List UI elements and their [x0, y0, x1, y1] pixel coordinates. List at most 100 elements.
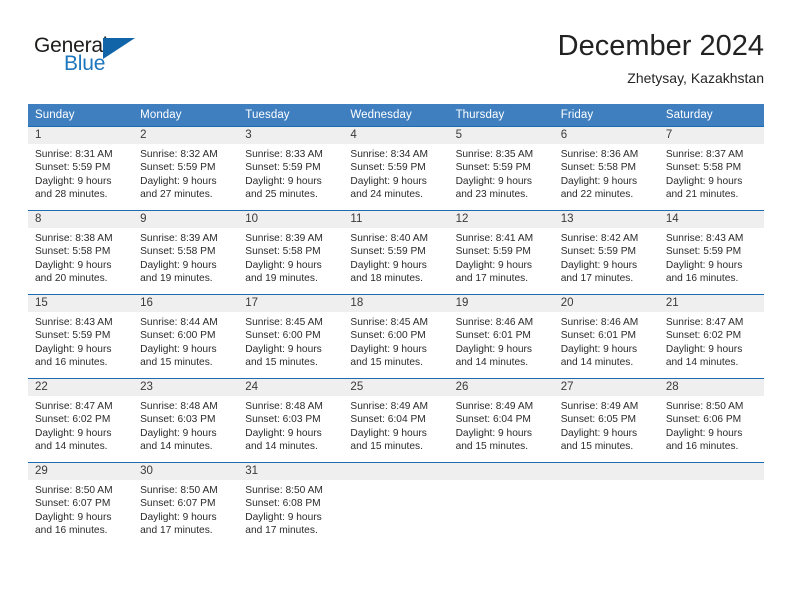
sunset-text: Sunset: 5:59 PM	[350, 246, 426, 258]
daylight-text-line1: Daylight: 9 hours	[665, 343, 743, 355]
calendar-day-cell[interactable]: 18 Sunrise: 8:45 AM Sunset: 6:00 PM Dayligh…	[343, 294, 449, 379]
sunset-text: Sunset: 6:00 PM	[245, 330, 321, 342]
daylight-text-line1: Daylight: 9 hours	[140, 427, 217, 439]
calendar-day-cell[interactable]: 10 Sunrise: 8:39 AM Sunset: 5:58 PM Dayligh…	[238, 210, 344, 295]
day-number: 21	[658, 295, 764, 312]
calendar-day-cell[interactable]: 26 Sunrise: 8:49 AM Sunset: 6:04 PM Dayligh…	[448, 378, 554, 463]
daylight-text-line2: and 14 minutes.	[455, 357, 529, 369]
daylight-text-line2: and 15 minutes.	[245, 357, 318, 369]
sunset-text: Sunset: 5:58 PM	[140, 246, 216, 258]
calendar-day-cell[interactable]: 20 Sunrise: 8:46 AM Sunset: 6:01 PM Dayligh…	[553, 294, 659, 379]
day-details: Sunrise: 8:50 AM Sunset: 6:08 PM Daylight:…	[238, 480, 343, 538]
calendar-day-cell[interactable]: 30 Sunrise: 8:50 AM Sunset: 6:07 PM Dayligh…	[133, 462, 239, 546]
calendar-day-cell[interactable]: 6 Sunrise: 8:36 AM Sunset: 5:58 PM Daylight…	[553, 126, 659, 211]
calendar-day-cell[interactable]: 7 Sunrise: 8:37 AM Sunset: 5:58 PM Daylight…	[658, 126, 764, 211]
day-number: 19	[448, 295, 554, 312]
calendar-day-cell[interactable]: 14 Sunrise: 8:43 AM Sunset: 5:59 PM Dayligh…	[658, 210, 764, 295]
sunrise-text: Sunrise: 8:47 AM	[665, 317, 744, 328]
weekday-header-wednesday: Wednesday	[343, 104, 449, 127]
sunset-text: Sunset: 6:00 PM	[140, 330, 216, 342]
calendar-day-cell[interactable]: 16 Sunrise: 8:44 AM Sunset: 6:00 PM Dayligh…	[133, 294, 239, 379]
day-details: Sunrise: 8:45 AM Sunset: 6:00 PM Daylight:…	[343, 312, 448, 370]
general-blue-logo[interactable]: General Blue	[28, 34, 228, 90]
day-details: Sunrise: 8:50 AM Sunset: 6:07 PM Daylight:…	[133, 480, 238, 538]
calendar-week-row: 15 Sunrise: 8:43 AM Sunset: 5:59 PM Dayligh…	[28, 294, 764, 379]
calendar-day-cell[interactable]: 5 Sunrise: 8:35 AM Sunset: 5:59 PM Daylight…	[448, 126, 554, 211]
sunrise-text: Sunrise: 8:47 AM	[35, 401, 113, 412]
daylight-text-line2: and 16 minutes.	[35, 357, 108, 369]
calendar-day-cell[interactable]: 8 Sunrise: 8:38 AM Sunset: 5:58 PM Daylight…	[28, 210, 134, 295]
calendar-day-cell[interactable]: 17 Sunrise: 8:45 AM Sunset: 6:00 PM Dayligh…	[238, 294, 344, 379]
calendar-day-cell[interactable]: 15 Sunrise: 8:43 AM Sunset: 5:59 PM Dayligh…	[28, 294, 134, 379]
calendar-page: General Blue December 2024 Zhetysay, Kaz…	[0, 0, 792, 612]
sunset-text: Sunset: 5:58 PM	[35, 246, 111, 258]
sunset-text: Sunset: 5:58 PM	[560, 162, 637, 174]
calendar-day-cell[interactable]: 29 Sunrise: 8:50 AM Sunset: 6:07 PM Dayligh…	[28, 462, 134, 546]
day-details: Sunrise: 8:38 AM Sunset: 5:58 PM Daylight:…	[28, 228, 133, 286]
sunset-text: Sunset: 6:05 PM	[560, 414, 637, 426]
daylight-text-line1: Daylight: 9 hours	[245, 175, 322, 187]
day-number: 4	[343, 127, 449, 144]
sunrise-text: Sunrise: 8:45 AM	[350, 317, 429, 328]
sunrise-text: Sunrise: 8:45 AM	[245, 317, 323, 328]
daylight-text-line1: Daylight: 9 hours	[35, 259, 112, 271]
daylight-text-line2: and 17 minutes.	[245, 525, 318, 537]
daylight-text-line1: Daylight: 9 hours	[455, 343, 533, 355]
day-number: 27	[553, 379, 659, 396]
calendar-day-cell[interactable]: 3 Sunrise: 8:33 AM Sunset: 5:59 PM Daylight…	[238, 126, 344, 211]
daylight-text-line2: and 27 minutes.	[140, 189, 213, 201]
calendar-week-row: 22 Sunrise: 8:47 AM Sunset: 6:02 PM Dayligh…	[28, 378, 764, 463]
calendar-day-cell[interactable]: 13 Sunrise: 8:42 AM Sunset: 5:59 PM Dayligh…	[553, 210, 659, 295]
day-number: 26	[448, 379, 554, 396]
day-details: Sunrise: 8:33 AM Sunset: 5:59 PM Daylight:…	[238, 144, 343, 202]
day-number: 18	[343, 295, 449, 312]
calendar-day-cell[interactable]: 23 Sunrise: 8:48 AM Sunset: 6:03 PM Dayligh…	[133, 378, 239, 463]
day-details: Sunrise: 8:44 AM Sunset: 6:00 PM Daylight:…	[133, 312, 238, 370]
daylight-text-line1: Daylight: 9 hours	[245, 259, 322, 271]
calendar-day-cell[interactable]: 28 Sunrise: 8:50 AM Sunset: 6:06 PM Dayligh…	[658, 378, 764, 463]
calendar-body: 1 Sunrise: 8:31 AM Sunset: 5:59 PM Daylight…	[28, 126, 764, 546]
day-details: Sunrise: 8:46 AM Sunset: 6:01 PM Daylight:…	[449, 312, 554, 370]
calendar-day-cell[interactable]: 19 Sunrise: 8:46 AM Sunset: 6:01 PM Dayligh…	[448, 294, 554, 379]
daylight-text-line1: Daylight: 9 hours	[350, 259, 427, 271]
daylight-text-line1: Daylight: 9 hours	[35, 511, 112, 523]
calendar-day-cell-empty	[343, 462, 449, 546]
sunrise-text: Sunrise: 8:44 AM	[140, 317, 218, 328]
calendar-day-cell[interactable]: 1 Sunrise: 8:31 AM Sunset: 5:59 PM Daylight…	[28, 126, 134, 211]
calendar-day-cell[interactable]: 22 Sunrise: 8:47 AM Sunset: 6:02 PM Dayligh…	[28, 378, 134, 463]
calendar-day-cell[interactable]: 25 Sunrise: 8:49 AM Sunset: 6:04 PM Dayligh…	[343, 378, 449, 463]
daylight-text-line1: Daylight: 9 hours	[245, 511, 322, 523]
calendar-day-cell[interactable]: 24 Sunrise: 8:48 AM Sunset: 6:03 PM Dayligh…	[238, 378, 344, 463]
sunrise-text: Sunrise: 8:50 AM	[35, 485, 113, 496]
calendar-day-cell[interactable]: 31 Sunrise: 8:50 AM Sunset: 6:08 PM Dayligh…	[238, 462, 344, 546]
sunset-text: Sunset: 5:59 PM	[560, 246, 637, 258]
weekday-header-saturday: Saturday	[658, 104, 764, 127]
calendar-day-cell[interactable]: 4 Sunrise: 8:34 AM Sunset: 5:59 PM Daylight…	[343, 126, 449, 211]
day-number: 8	[28, 211, 134, 228]
calendar-day-cell[interactable]: 21 Sunrise: 8:47 AM Sunset: 6:02 PM Dayligh…	[658, 294, 764, 379]
sunrise-text: Sunrise: 8:50 AM	[245, 485, 323, 496]
calendar-day-cell[interactable]: 12 Sunrise: 8:41 AM Sunset: 5:59 PM Dayligh…	[448, 210, 554, 295]
day-number	[343, 463, 449, 480]
sunrise-text: Sunrise: 8:43 AM	[665, 233, 744, 244]
sunrise-text: Sunrise: 8:43 AM	[35, 317, 113, 328]
calendar-day-cell[interactable]: 9 Sunrise: 8:39 AM Sunset: 5:58 PM Daylight…	[133, 210, 239, 295]
daylight-text-line2: and 17 minutes.	[455, 273, 529, 285]
sunset-text: Sunset: 5:59 PM	[350, 162, 426, 174]
day-details: Sunrise: 8:48 AM Sunset: 6:03 PM Daylight:…	[133, 396, 238, 454]
day-number: 25	[343, 379, 449, 396]
calendar-day-cell[interactable]: 11 Sunrise: 8:40 AM Sunset: 5:59 PM Dayligh…	[343, 210, 449, 295]
daylight-text-line1: Daylight: 9 hours	[455, 259, 533, 271]
calendar-day-cell[interactable]: 2 Sunrise: 8:32 AM Sunset: 5:59 PM Daylight…	[133, 126, 239, 211]
daylight-text-line1: Daylight: 9 hours	[560, 427, 638, 439]
sunset-text: Sunset: 5:59 PM	[455, 162, 531, 174]
sunset-text: Sunset: 6:07 PM	[140, 498, 216, 510]
calendar-day-cell[interactable]: 27 Sunrise: 8:49 AM Sunset: 6:05 PM Dayligh…	[553, 378, 659, 463]
day-number: 10	[238, 211, 344, 228]
daylight-text-line1: Daylight: 9 hours	[350, 175, 427, 187]
daylight-text-line1: Daylight: 9 hours	[140, 259, 217, 271]
daylight-text-line2: and 15 minutes.	[455, 441, 529, 453]
day-number: 13	[553, 211, 659, 228]
day-number	[553, 463, 659, 480]
daylight-text-line2: and 19 minutes.	[140, 273, 213, 285]
